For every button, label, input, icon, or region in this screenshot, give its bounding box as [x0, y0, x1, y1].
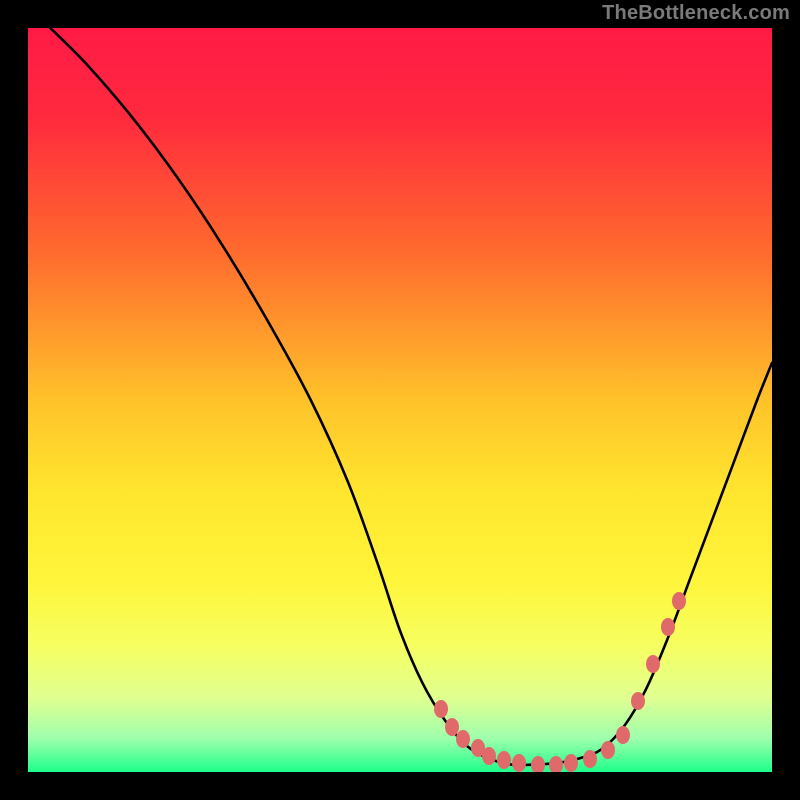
- highlight-dot: [646, 655, 660, 673]
- highlight-dot: [482, 747, 496, 765]
- highlight-dot: [434, 700, 448, 718]
- background-gradient: [28, 28, 772, 772]
- highlight-dot: [616, 726, 630, 744]
- highlight-dot: [512, 754, 526, 772]
- attribution-text: TheBottleneck.com: [602, 2, 790, 25]
- highlight-dot: [531, 756, 545, 772]
- highlight-dot: [456, 730, 470, 748]
- highlight-dot: [601, 741, 615, 759]
- highlight-dot: [497, 751, 511, 769]
- plot-area: [28, 28, 772, 772]
- highlight-dot: [549, 756, 563, 772]
- highlight-dot: [672, 592, 686, 610]
- highlight-dot: [583, 750, 597, 768]
- highlight-dot: [564, 754, 578, 772]
- highlight-dot: [631, 692, 645, 710]
- outer-frame: TheBottleneck.com: [0, 0, 800, 800]
- highlight-dot: [661, 618, 675, 636]
